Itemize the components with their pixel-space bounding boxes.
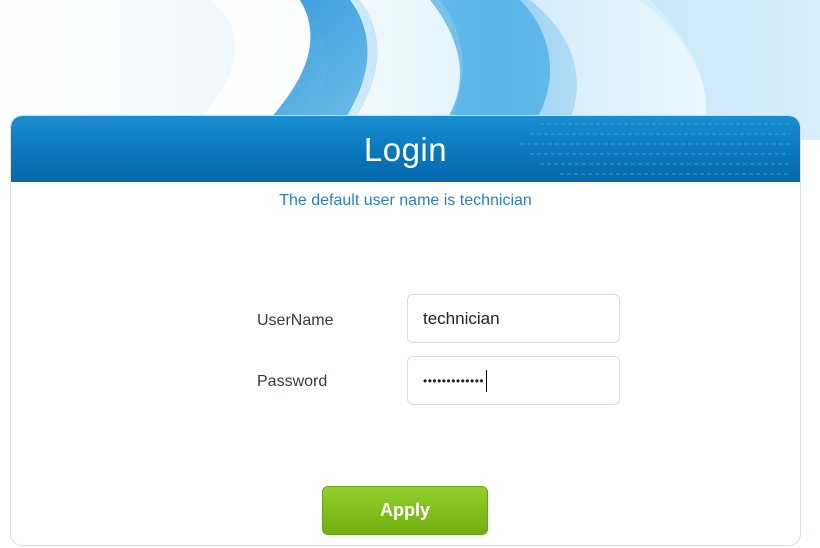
login-title: Login [363,131,448,168]
text-caret [486,369,488,392]
login-header: Login [11,116,800,182]
password-input[interactable]: ••••••••••••• [407,356,620,405]
password-value: ••••••••••••• [423,373,485,388]
login-panel: Login The default user name is technicia… [10,115,801,546]
username-value: technician [423,308,500,328]
password-label: Password [257,373,328,390]
username-label: UserName [257,312,334,329]
apply-button[interactable]: Apply [322,486,488,535]
default-user-hint: The default user name is technician [279,192,532,209]
username-input[interactable]: technician [407,294,620,343]
